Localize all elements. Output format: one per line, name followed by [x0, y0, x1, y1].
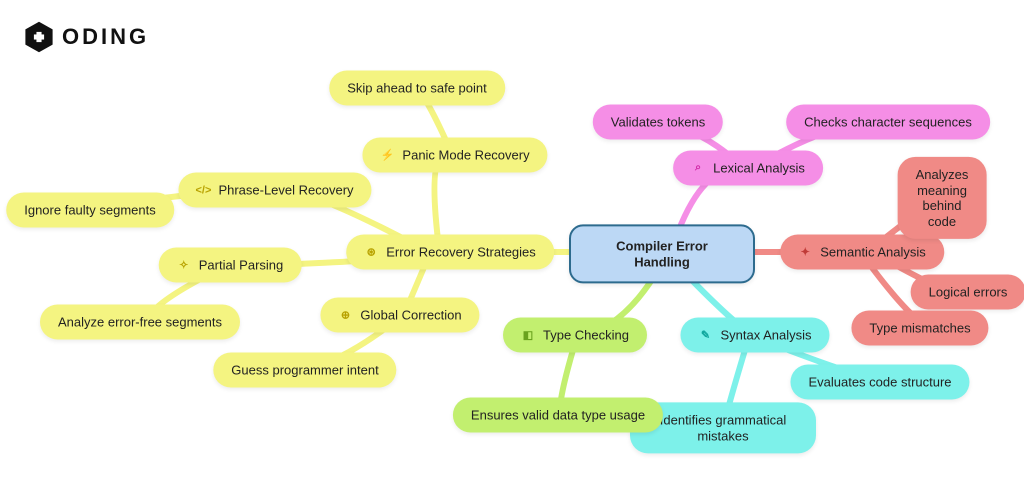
- leaf-label: Analyze error-free segments: [58, 315, 222, 330]
- leaf-phrase-0: Ignore faulty segments: [6, 193, 174, 228]
- sub-global: ⊕ Global Correction: [320, 298, 479, 333]
- leaf-semantic-2: Type mismatches: [851, 311, 988, 346]
- sub-label: Global Correction: [360, 308, 461, 323]
- globe-icon: ⊕: [338, 308, 352, 322]
- leaf-panic-0: Skip ahead to safe point: [329, 71, 505, 106]
- brand-logo: ODING: [22, 20, 149, 54]
- wrench-icon: ✎: [698, 328, 712, 342]
- leaf-type-0: Ensures valid data type usage: [453, 398, 663, 433]
- branch-semantic: ✦ Semantic Analysis: [780, 235, 944, 270]
- leaf-label: Guess programmer intent: [231, 363, 378, 378]
- branch-label: Semantic Analysis: [820, 245, 926, 260]
- leaf-label: Checks character sequences: [804, 115, 972, 130]
- branch-type: ◧ Type Checking: [503, 318, 647, 353]
- leaf-syntax-0: Evaluates code structure: [790, 365, 969, 400]
- root-label: Compiler Error Handling: [587, 238, 737, 269]
- leaf-semantic-1: Logical errors: [911, 275, 1024, 310]
- leaf-label: Evaluates code structure: [808, 375, 951, 390]
- leaf-label: Ensures valid data type usage: [471, 408, 645, 423]
- code-icon: </>: [196, 183, 210, 197]
- sub-phrase: </> Phrase-Level Recovery: [178, 173, 371, 208]
- logo-text: ODING: [62, 26, 149, 48]
- search-icon: ⌕: [691, 161, 705, 175]
- sub-label: Partial Parsing: [199, 258, 284, 273]
- leaf-label: Validates tokens: [611, 115, 705, 130]
- semantic-icon: ✦: [798, 245, 812, 259]
- leaf-label: Logical errors: [929, 285, 1008, 300]
- mindmap: ODING Compiler Error Handling: [0, 0, 1024, 502]
- leaf-partial-0: Analyze error-free segments: [40, 305, 240, 340]
- branch-label: Type Checking: [543, 328, 629, 343]
- branch-syntax: ✎ Syntax Analysis: [680, 318, 829, 353]
- branch-recovery: ⊛ Error Recovery Strategies: [346, 235, 554, 270]
- sub-label: Panic Mode Recovery: [402, 148, 529, 163]
- leaf-lexical-1: Checks character sequences: [786, 105, 990, 140]
- branch-lexical: ⌕ Lexical Analysis: [673, 151, 823, 186]
- leaf-label: Type mismatches: [869, 321, 970, 336]
- type-icon: ◧: [521, 328, 535, 342]
- leaf-label: Skip ahead to safe point: [347, 81, 487, 96]
- branch-label: Error Recovery Strategies: [386, 245, 536, 260]
- bolt-icon: ⚡: [380, 148, 394, 162]
- root-node: Compiler Error Handling: [569, 224, 755, 283]
- sub-partial: ✧ Partial Parsing: [159, 248, 302, 283]
- leaf-global-0: Guess programmer intent: [213, 353, 396, 388]
- leaf-label: Analyzes meaning behind code: [916, 167, 969, 229]
- leaf-lexical-0: Validates tokens: [593, 105, 723, 140]
- leaf-label: Identifies grammatical mistakes: [648, 412, 798, 443]
- logo-hex-icon: [22, 20, 56, 54]
- branch-label: Lexical Analysis: [713, 161, 805, 176]
- branch-label: Syntax Analysis: [720, 328, 811, 343]
- sub-panic: ⚡ Panic Mode Recovery: [362, 138, 547, 173]
- puzzle-icon: ✧: [177, 258, 191, 272]
- leaf-label: Ignore faulty segments: [24, 203, 156, 218]
- leaf-semantic-0: Analyzes meaning behind code: [898, 157, 987, 239]
- sub-label: Phrase-Level Recovery: [218, 183, 353, 198]
- lifebuoy-icon: ⊛: [364, 245, 378, 259]
